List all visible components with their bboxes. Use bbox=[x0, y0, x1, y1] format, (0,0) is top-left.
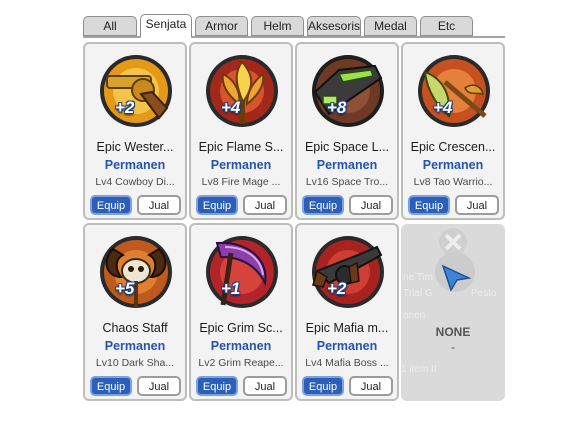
tab-aksesoris[interactable]: Aksesoris bbox=[307, 16, 361, 36]
enhance-badge: +2 bbox=[327, 279, 347, 298]
enhance-badge: +1 bbox=[221, 279, 241, 298]
tab-all[interactable]: All bbox=[83, 16, 137, 36]
equip-button[interactable]: Equip bbox=[302, 195, 344, 215]
enhance-badge: +8 bbox=[327, 98, 347, 117]
equip-button[interactable]: Equip bbox=[90, 195, 132, 215]
item-name: Epic Mafia m... bbox=[305, 321, 389, 335]
enhance-badge: +4 bbox=[433, 98, 453, 117]
crescent-blade-icon bbox=[415, 52, 493, 130]
item-card[interactable]: +1 Epic Grim Sc... Permanen Lv2 Grim Rea… bbox=[189, 223, 293, 401]
scythe-icon bbox=[203, 233, 281, 311]
none-dash: - bbox=[451, 340, 455, 354]
item-card[interactable]: +4 Epic Flame S... Permanen Lv8 Fire Mag… bbox=[189, 42, 293, 220]
tab-medal[interactable]: Medal bbox=[364, 16, 417, 36]
category-tabs: All Senjata Armor Helm Aksesoris Medal E… bbox=[83, 14, 505, 38]
item-duration: Permanen bbox=[316, 339, 378, 353]
item-description: Lv2 Grim Reape... bbox=[198, 357, 284, 369]
empty-slot[interactable]: ne Tim Trial G Pesto anen 1 item II NONE… bbox=[401, 224, 505, 401]
item-duration: Permanen bbox=[210, 339, 272, 353]
sell-button[interactable]: Jual bbox=[137, 195, 181, 215]
item-description: Lv8 Fire Mage ... bbox=[201, 176, 281, 188]
item-description: Lv4 Cowboy Di... bbox=[95, 176, 175, 188]
sell-button[interactable]: Jual bbox=[349, 195, 393, 215]
tab-senjata[interactable]: Senjata bbox=[140, 14, 192, 38]
item-duration: Permanen bbox=[104, 339, 166, 353]
item-grid: +2 Epic Wester... Permanen Lv4 Cowboy Di… bbox=[83, 38, 505, 401]
equip-button[interactable]: Equip bbox=[196, 195, 238, 215]
item-name: Chaos Staff bbox=[102, 321, 168, 335]
sell-button[interactable]: Jual bbox=[137, 376, 181, 396]
item-name: Epic Space L... bbox=[304, 140, 390, 154]
item-description: Lv4 Mafia Boss ... bbox=[305, 357, 389, 369]
item-name: Epic Flame S... bbox=[198, 140, 284, 154]
tab-helm[interactable]: Helm bbox=[251, 16, 304, 36]
equip-button[interactable]: Equip bbox=[196, 376, 238, 396]
item-duration: Permanen bbox=[316, 158, 378, 172]
item-card[interactable]: +2 Epic Wester... Permanen Lv4 Cowboy Di… bbox=[83, 42, 187, 220]
equip-button[interactable]: Equip bbox=[302, 376, 344, 396]
sell-button[interactable]: Jual bbox=[243, 195, 287, 215]
enhance-badge: +4 bbox=[221, 98, 241, 117]
item-card[interactable]: +5 Chaos Staff Permanen Lv10 Dark Sha...… bbox=[83, 223, 187, 401]
sell-button[interactable]: Jual bbox=[243, 376, 287, 396]
none-label: NONE bbox=[435, 325, 471, 339]
horned-skull-icon bbox=[97, 233, 175, 311]
item-name: Epic Crescen... bbox=[410, 140, 496, 154]
faded-text: 1 item II bbox=[401, 364, 437, 375]
item-description: Lv16 Space Tro... bbox=[305, 176, 389, 188]
sell-button[interactable]: Jual bbox=[349, 376, 393, 396]
faded-text: anen bbox=[403, 310, 426, 321]
item-card[interactable]: +8 Epic Space L... Permanen Lv16 Space T… bbox=[295, 42, 399, 220]
item-description: Lv10 Dark Sha... bbox=[95, 357, 175, 369]
item-duration: Permanen bbox=[422, 158, 484, 172]
revolver-icon bbox=[97, 52, 175, 130]
item-description: Lv8 Tao Warrio... bbox=[413, 176, 493, 188]
enhance-badge: +5 bbox=[115, 279, 135, 298]
equip-button[interactable]: Equip bbox=[408, 195, 450, 215]
item-name: Epic Grim Sc... bbox=[199, 321, 283, 335]
item-card[interactable]: +4 Epic Crescen... Permanen Lv8 Tao Warr… bbox=[401, 42, 505, 220]
space-gun-icon bbox=[309, 52, 387, 130]
equip-button[interactable]: Equip bbox=[90, 376, 132, 396]
tab-armor[interactable]: Armor bbox=[195, 16, 248, 36]
enhance-badge: +2 bbox=[115, 98, 135, 117]
item-duration: Permanen bbox=[104, 158, 166, 172]
tommy-gun-icon bbox=[309, 233, 387, 311]
cursor-arrow-icon bbox=[441, 264, 472, 292]
flame-staff-icon bbox=[203, 52, 281, 130]
item-duration: Permanen bbox=[210, 158, 272, 172]
item-card[interactable]: +2 Epic Mafia m... Permanen Lv4 Mafia Bo… bbox=[295, 223, 399, 401]
sell-button[interactable]: Jual bbox=[455, 195, 499, 215]
item-name: Epic Wester... bbox=[96, 140, 174, 154]
tab-etc[interactable]: Etc bbox=[420, 16, 473, 36]
